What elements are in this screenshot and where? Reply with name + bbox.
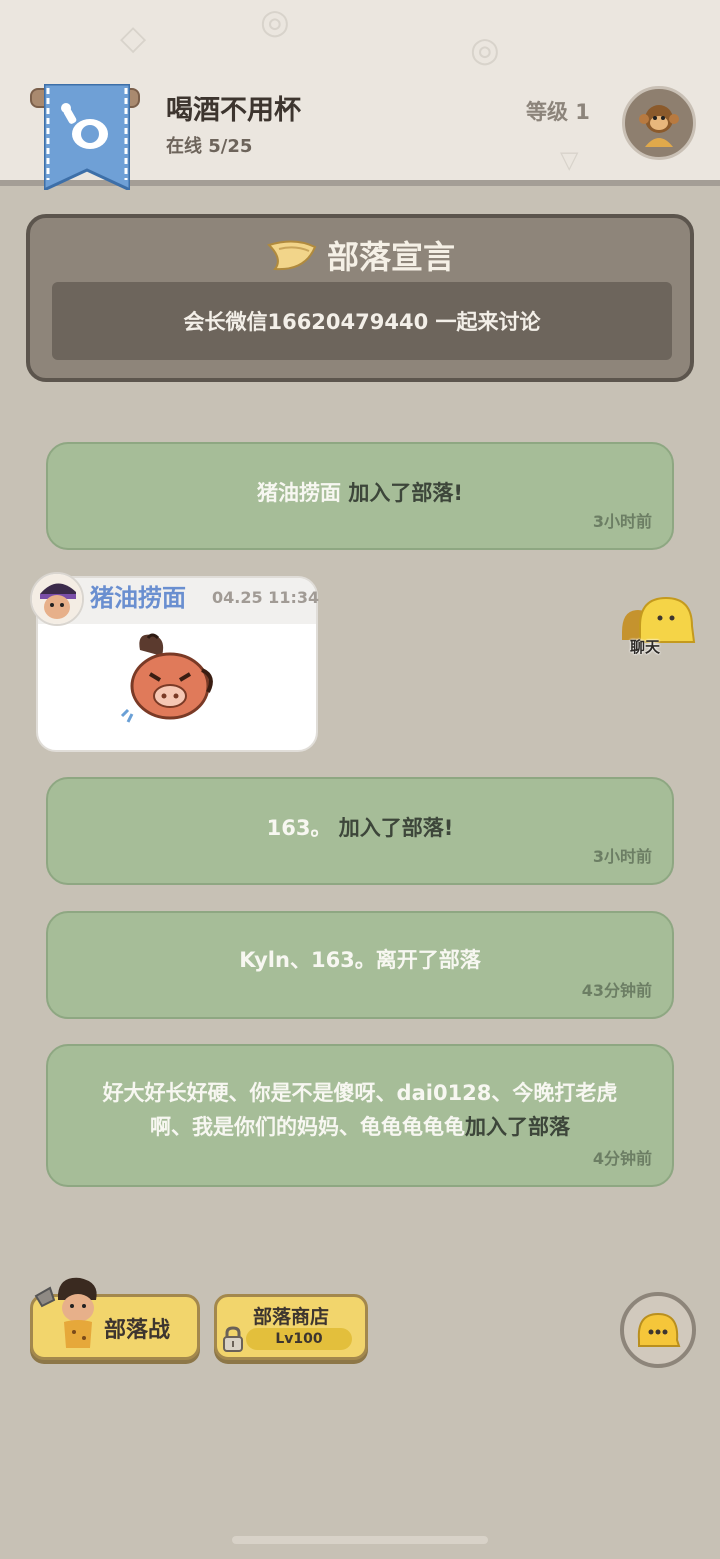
system-action: 加入了部落! bbox=[331, 816, 454, 840]
tribe-war-label: 部落战 bbox=[104, 1318, 171, 1343]
system-action: 加入了部落! bbox=[341, 481, 463, 505]
system-action: 离开了部落 bbox=[375, 948, 481, 972]
horn-icon bbox=[267, 240, 317, 271]
background-decoration: ▽ bbox=[560, 146, 579, 174]
message-time: 3小时前 bbox=[592, 847, 652, 866]
manifesto-title: 部落宣言 bbox=[326, 238, 455, 276]
open-chat-button[interactable] bbox=[620, 1292, 696, 1368]
caveman-avatar-icon bbox=[32, 574, 82, 624]
lock-icon bbox=[222, 1326, 244, 1356]
tribe-name: 喝酒不用杯 bbox=[166, 95, 301, 126]
chat-bubble-icon bbox=[637, 1312, 681, 1347]
chat-shortcut-label: 聊天 bbox=[630, 638, 661, 656]
member-names-line: 好大好长好硬、你是不是傻呀、dai0128、今晚打老虎 bbox=[102, 1081, 618, 1105]
member-names-line: 啊、我是你们的妈妈、龟龟龟龟龟 bbox=[150, 1115, 465, 1139]
system-message: 猪油捞面 加入了部落! 3小时前 bbox=[46, 442, 674, 550]
system-message: Kyln、163。离开了部落 43分钟前 bbox=[46, 911, 674, 1019]
boar-sticker bbox=[118, 630, 218, 730]
message-time: 3小时前 bbox=[592, 512, 652, 531]
sender-name[interactable]: 猪油捞面 bbox=[90, 578, 186, 613]
tribe-shop-label: 部落商店 bbox=[252, 1306, 329, 1328]
background-decoration: ◎ bbox=[470, 30, 500, 70]
member-name: Kyln、163。 bbox=[239, 948, 376, 972]
background-decoration: ◇ bbox=[120, 18, 147, 58]
manifesto-body: 会长微信16620479440 一起来讨论 bbox=[52, 282, 672, 360]
sender-avatar[interactable] bbox=[30, 572, 84, 626]
system-message: 163。 加入了部落! 3小时前 bbox=[46, 777, 674, 885]
online-count: 在线 5/25 bbox=[166, 136, 253, 157]
message-time: 4分钟前 bbox=[592, 1149, 652, 1168]
system-action: 加入了部落 bbox=[465, 1115, 570, 1139]
member-name: 猪油捞面 bbox=[257, 481, 342, 505]
caveman-warrior-icon bbox=[30, 1274, 108, 1358]
shop-level-requirement: Lv100 bbox=[246, 1328, 352, 1350]
monkey-avatar-icon bbox=[639, 105, 679, 147]
message-time: 43分钟前 bbox=[581, 981, 652, 1000]
member-name: 163。 bbox=[266, 816, 332, 840]
system-message: 好大好长好硬、你是不是傻呀、dai0128、今晚打老虎 啊、我是你们的妈妈、龟龟… bbox=[46, 1044, 674, 1187]
background-decoration: ◎ bbox=[260, 2, 290, 42]
chat-timestamp: 04.25 11:34 bbox=[212, 588, 320, 607]
chat-shortcut[interactable]: 聊天 bbox=[618, 596, 698, 660]
tribe-manifesto-panel: 部落宣言 会长微信16620479440 一起来讨论 bbox=[26, 214, 694, 382]
tribe-level: 等级 1 bbox=[526, 100, 590, 124]
leader-avatar-button[interactable] bbox=[622, 86, 696, 160]
home-indicator[interactable] bbox=[232, 1536, 488, 1544]
tribe-banner-icon[interactable] bbox=[44, 84, 130, 190]
